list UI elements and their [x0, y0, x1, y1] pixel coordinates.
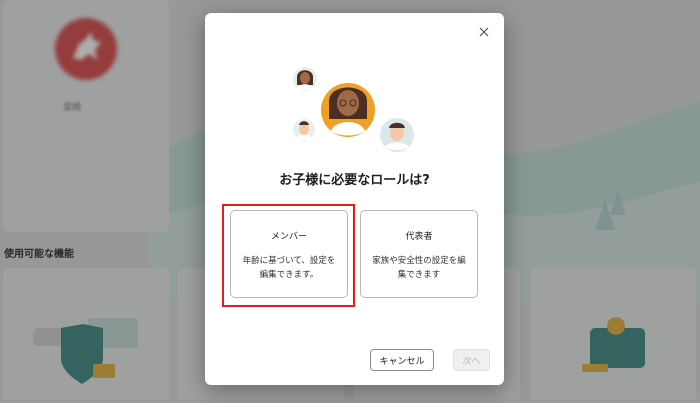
role-representative-title: 代表者 [405, 232, 433, 242]
role-option-representative[interactable]: 代表者 家族や安全性の設定を編集できます [360, 210, 478, 298]
close-icon[interactable] [475, 23, 493, 41]
role-member-title: メンバー [270, 232, 307, 242]
role-representative-description: 家族や安全性の設定を編集できます [372, 256, 466, 280]
cancel-button[interactable]: キャンセル [370, 349, 434, 371]
role-member-description: 年齢に基づいて、設定を編集できます。 [242, 256, 336, 280]
family-avatars-illustration [293, 67, 414, 152]
role-selection-dialog: お子様に必要なロールは? メンバー 年齢に基づいて、設定を編集できます。 代表者… [205, 13, 504, 385]
next-button[interactable]: 次へ [453, 349, 490, 371]
dialog-title: お子様に必要なロールは? [279, 173, 430, 188]
role-option-member[interactable]: メンバー 年齢に基づいて、設定を編集できます。 [230, 210, 348, 298]
